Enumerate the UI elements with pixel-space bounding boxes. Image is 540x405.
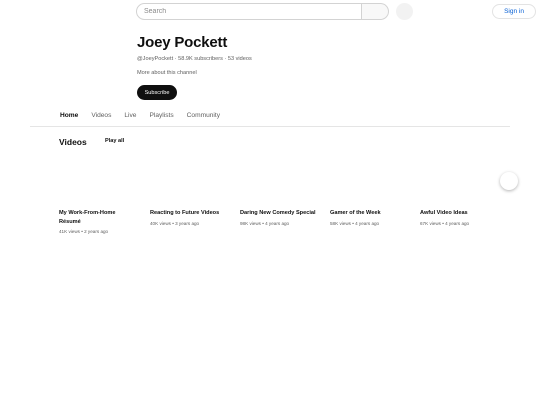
video-item[interactable]: Reacting to Future Videos 40K views • 3 … bbox=[150, 209, 234, 226]
video-meta: 98K views • 4 years ago bbox=[240, 220, 290, 226]
video-item[interactable]: Gamer of the Week 58K views • 4 years ag… bbox=[330, 209, 414, 226]
video-title[interactable]: Reacting to Future Videos bbox=[150, 209, 234, 218]
tabs-divider bbox=[30, 126, 510, 127]
channel-meta: @JoeyPockett · 58.9K subscribers · 53 vi… bbox=[137, 56, 252, 62]
tab-playlists[interactable]: Playlists bbox=[149, 108, 173, 127]
video-meta: 67K views • 4 years ago bbox=[420, 220, 470, 226]
tab-community[interactable]: Community bbox=[187, 108, 220, 127]
tab-videos[interactable]: Videos bbox=[91, 108, 111, 127]
video-item[interactable]: Daring New Comedy Special 98K views • 4 … bbox=[240, 209, 324, 226]
video-title[interactable]: Awful Video Ideas bbox=[420, 209, 504, 218]
video-meta: 58K views • 4 years ago bbox=[330, 220, 380, 226]
channel-name: Joey Pockett bbox=[137, 34, 228, 51]
channel-tabs: Home Videos Live Playlists Community bbox=[60, 108, 233, 127]
search-bar bbox=[136, 3, 390, 20]
play-all-button[interactable]: Play all bbox=[105, 138, 124, 144]
video-title[interactable]: Gamer of the Week bbox=[330, 209, 414, 218]
tab-live[interactable]: Live bbox=[124, 108, 136, 127]
video-meta: 41K views • 2 years ago bbox=[59, 229, 109, 234]
tab-home[interactable]: Home bbox=[60, 108, 79, 127]
search-input[interactable] bbox=[136, 3, 362, 20]
next-arrow-button[interactable] bbox=[500, 172, 518, 190]
signin-button[interactable]: Sign in bbox=[492, 4, 536, 19]
video-title[interactable]: Daring New Comedy Special bbox=[240, 209, 324, 218]
video-item[interactable]: My Work-From-Home Résumé 41K views • 2 y… bbox=[59, 209, 143, 234]
search-button[interactable] bbox=[362, 3, 389, 20]
video-item[interactable]: Awful Video Ideas 67K views • 4 years ag… bbox=[420, 209, 504, 226]
channel-about-link[interactable]: More about this channel bbox=[137, 70, 197, 76]
voice-search-button[interactable] bbox=[396, 3, 413, 20]
subscribe-button[interactable]: Subscribe bbox=[137, 85, 177, 100]
video-meta: 40K views • 3 years ago bbox=[150, 220, 200, 226]
section-title[interactable]: Videos bbox=[59, 137, 87, 147]
video-title[interactable]: My Work-From-Home Résumé bbox=[59, 209, 121, 226]
